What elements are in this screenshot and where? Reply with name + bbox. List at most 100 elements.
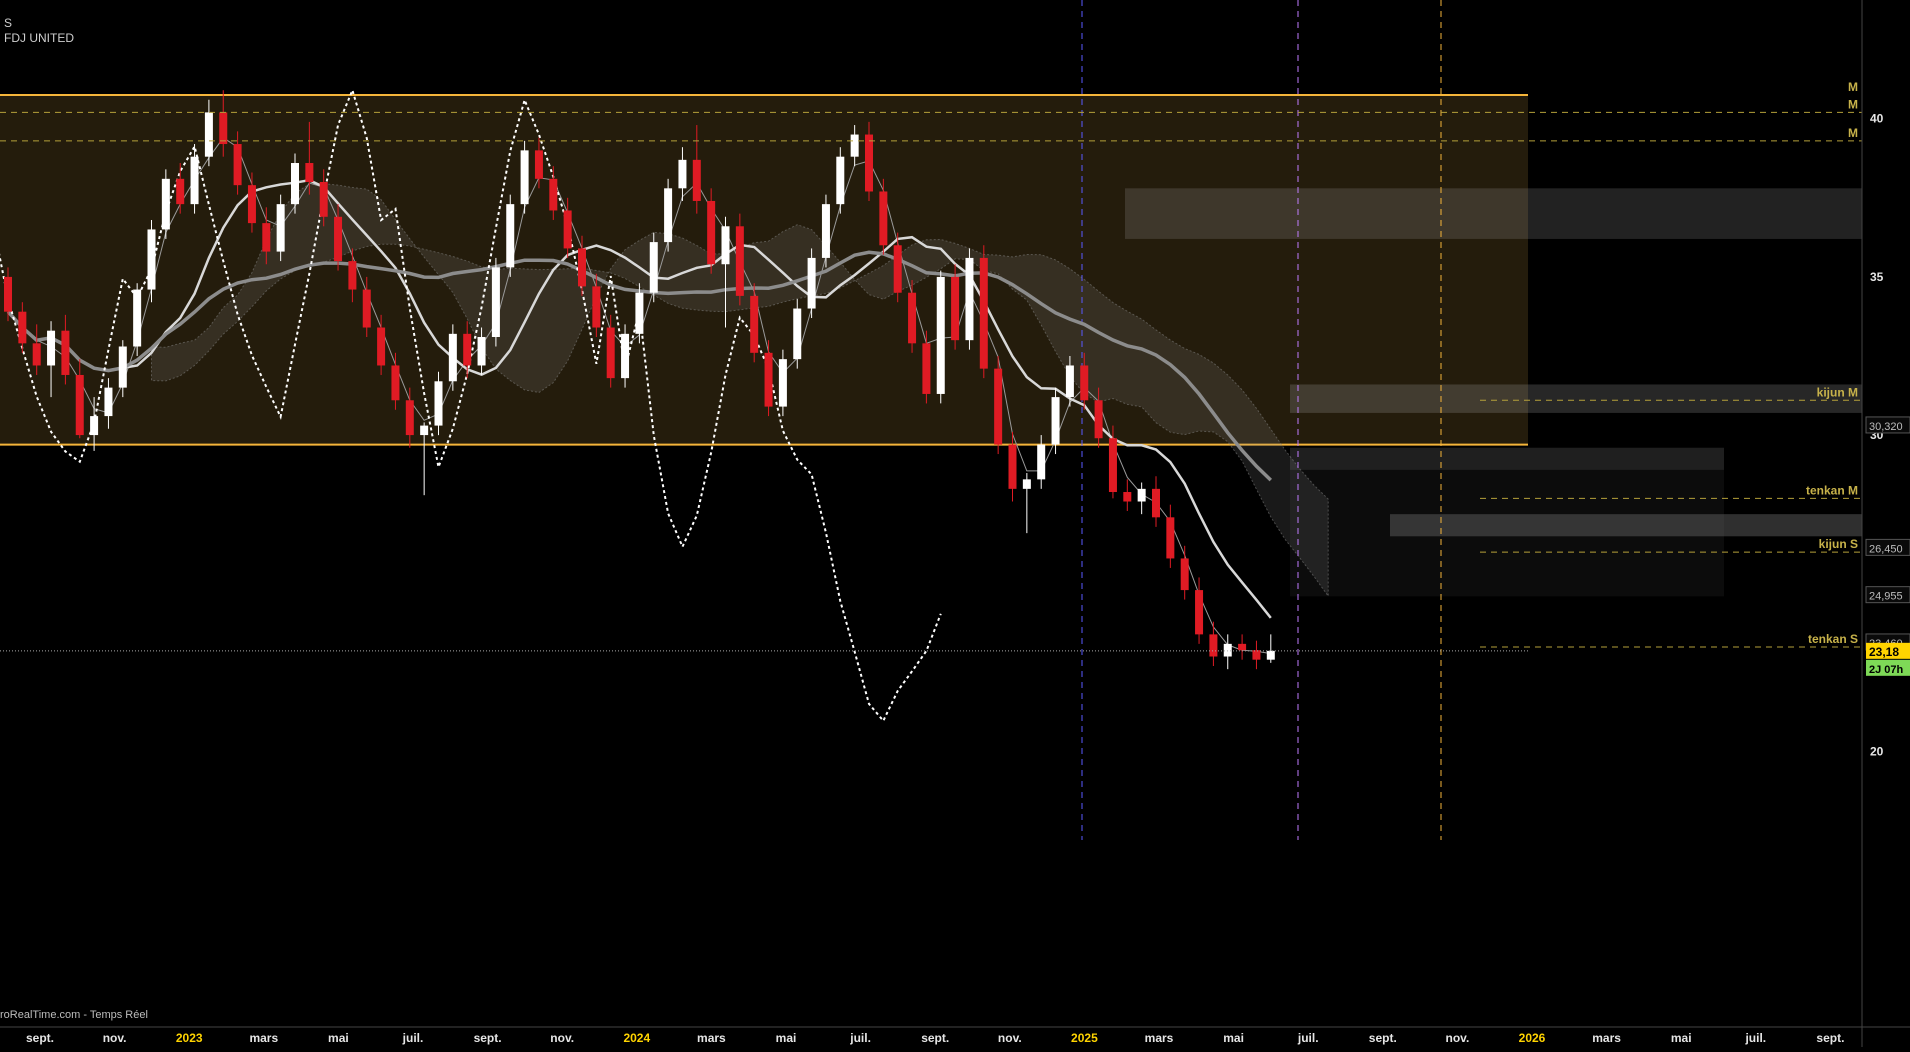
x-tick-label: mai xyxy=(776,1031,797,1045)
candle-body xyxy=(1180,558,1189,591)
candle xyxy=(161,169,170,239)
candle xyxy=(994,355,1003,455)
candle-body xyxy=(4,276,12,312)
candle-body xyxy=(1238,643,1247,651)
candle-body xyxy=(18,311,27,344)
x-tick-label: 2026 xyxy=(1519,1031,1546,1045)
candle-body xyxy=(1195,590,1204,635)
candle xyxy=(664,178,673,252)
candle-body xyxy=(75,374,84,436)
candle-body xyxy=(334,216,343,262)
candle xyxy=(1051,387,1060,455)
candle-body xyxy=(965,257,974,341)
candle-body xyxy=(520,150,529,205)
candle-body xyxy=(836,156,845,205)
candle-body xyxy=(204,112,213,157)
price-tag-label: 24,955 xyxy=(1869,591,1903,603)
x-tick-label: mars xyxy=(697,1031,726,1045)
candle-body xyxy=(90,416,99,436)
candle-body xyxy=(549,178,558,211)
candle xyxy=(1152,476,1160,527)
candle-body xyxy=(1209,634,1218,657)
instrument-name: FDJ UNITED xyxy=(4,31,74,45)
candle-body xyxy=(391,365,400,401)
candle xyxy=(821,194,830,268)
candle-body xyxy=(219,112,228,145)
candle xyxy=(506,194,515,277)
x-tick-label: mars xyxy=(1592,1031,1621,1045)
candle-body xyxy=(1137,488,1146,502)
x-tick-label: nov. xyxy=(550,1031,574,1045)
candle-body xyxy=(606,327,615,379)
price-tag-label: 26,450 xyxy=(1869,543,1903,555)
candle-body xyxy=(649,242,658,293)
candle-body xyxy=(936,276,945,394)
candle-body xyxy=(621,333,630,379)
candle-body xyxy=(1080,365,1089,401)
candle xyxy=(276,194,285,262)
level-label: kijun S xyxy=(1819,537,1858,551)
level-label: M xyxy=(1848,80,1858,94)
candle xyxy=(793,299,802,369)
candle-body xyxy=(865,134,873,192)
candle-body xyxy=(821,204,830,258)
candle-body xyxy=(262,223,271,252)
candle xyxy=(434,371,443,436)
candle-body xyxy=(32,343,41,366)
candle-body xyxy=(247,185,256,224)
candle-body xyxy=(291,163,299,205)
candle xyxy=(807,248,816,319)
candle-body xyxy=(377,327,386,366)
level-label: tenkan S xyxy=(1808,632,1858,646)
candle-body xyxy=(448,333,457,382)
candle xyxy=(1252,640,1261,670)
candle-body xyxy=(1223,643,1232,657)
projection-zone xyxy=(1290,447,1724,597)
candle-body xyxy=(147,229,156,290)
candle xyxy=(1166,504,1175,568)
candle-body xyxy=(434,381,443,426)
candle-body xyxy=(592,286,601,328)
y-tick-label: 35 xyxy=(1870,270,1884,284)
current-price-tag: 23,18 xyxy=(1869,645,1899,659)
candle xyxy=(491,257,500,347)
x-tick-label: juil. xyxy=(849,1031,871,1045)
candle-body xyxy=(793,308,802,360)
candle-body xyxy=(405,400,414,436)
candle-body xyxy=(161,178,170,230)
candle xyxy=(778,349,787,417)
candle xyxy=(1209,621,1218,667)
candle-body xyxy=(1108,438,1117,493)
candle xyxy=(1266,634,1275,663)
x-tick-label: sept. xyxy=(474,1031,502,1045)
candle-body xyxy=(678,159,687,189)
candle xyxy=(448,324,457,391)
candle-body xyxy=(133,289,142,347)
x-tick-label: mars xyxy=(1145,1031,1174,1045)
candle-body xyxy=(563,210,572,249)
data-source-note: roRealTime.com - Temps Réel xyxy=(0,1009,148,1021)
candle-body xyxy=(707,200,716,265)
candle-body xyxy=(534,150,543,179)
candle-body xyxy=(190,156,199,205)
candle-body xyxy=(1065,365,1074,398)
chart-window[interactable]: M M Mkijun Mtenkan Mkijun Stenkan S 40 35 30… xyxy=(0,0,1910,1047)
candle-body xyxy=(506,204,515,268)
level-label: tenkan M xyxy=(1806,483,1858,497)
candle-body xyxy=(305,163,314,182)
candle xyxy=(1123,479,1132,511)
x-tick-label: sept. xyxy=(26,1031,54,1045)
candle xyxy=(1238,634,1247,660)
candle-body xyxy=(176,178,185,205)
price-chart[interactable]: MMMkijun Mtenkan Mkijun Stenkan S 403530… xyxy=(0,0,1910,1047)
candle-body xyxy=(104,387,113,417)
candle-body xyxy=(994,368,1003,445)
candle-body xyxy=(233,144,242,186)
candle xyxy=(1022,473,1031,534)
level-label: kijun M xyxy=(1817,385,1858,399)
candle-body xyxy=(276,204,285,252)
candle-body xyxy=(721,226,730,265)
candle xyxy=(979,245,988,379)
candle xyxy=(836,147,845,214)
x-tick-label: 2025 xyxy=(1071,1031,1098,1045)
